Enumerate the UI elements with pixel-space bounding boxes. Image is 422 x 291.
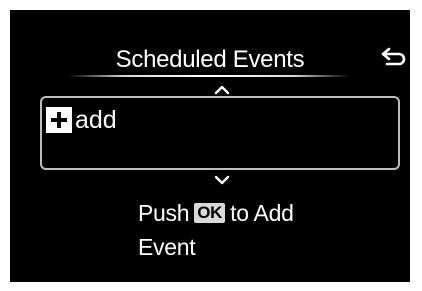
title-divider: [68, 75, 350, 77]
page-title: Scheduled Events: [115, 46, 305, 73]
chevron-down-icon[interactable]: [213, 174, 231, 186]
ok-button-badge: OK: [194, 203, 226, 223]
instruction-text: Push OK to Add Event: [138, 196, 338, 264]
camera-menu-screen: Scheduled Events add Push OK to Add Even…: [10, 10, 410, 282]
instruction-to-add: to Add: [230, 200, 294, 226]
instruction-push: Push: [138, 200, 190, 226]
instruction-event: Event: [138, 234, 196, 260]
return-arrow-icon[interactable]: [380, 46, 408, 68]
instruction-line-1: Push OK to Add: [138, 196, 338, 230]
list-item-label: add: [75, 106, 117, 134]
instruction-line-2: Event: [138, 230, 338, 264]
chevron-up-icon[interactable]: [213, 84, 231, 96]
plus-box-icon: [46, 107, 72, 133]
list-item-add[interactable]: add: [46, 106, 117, 134]
